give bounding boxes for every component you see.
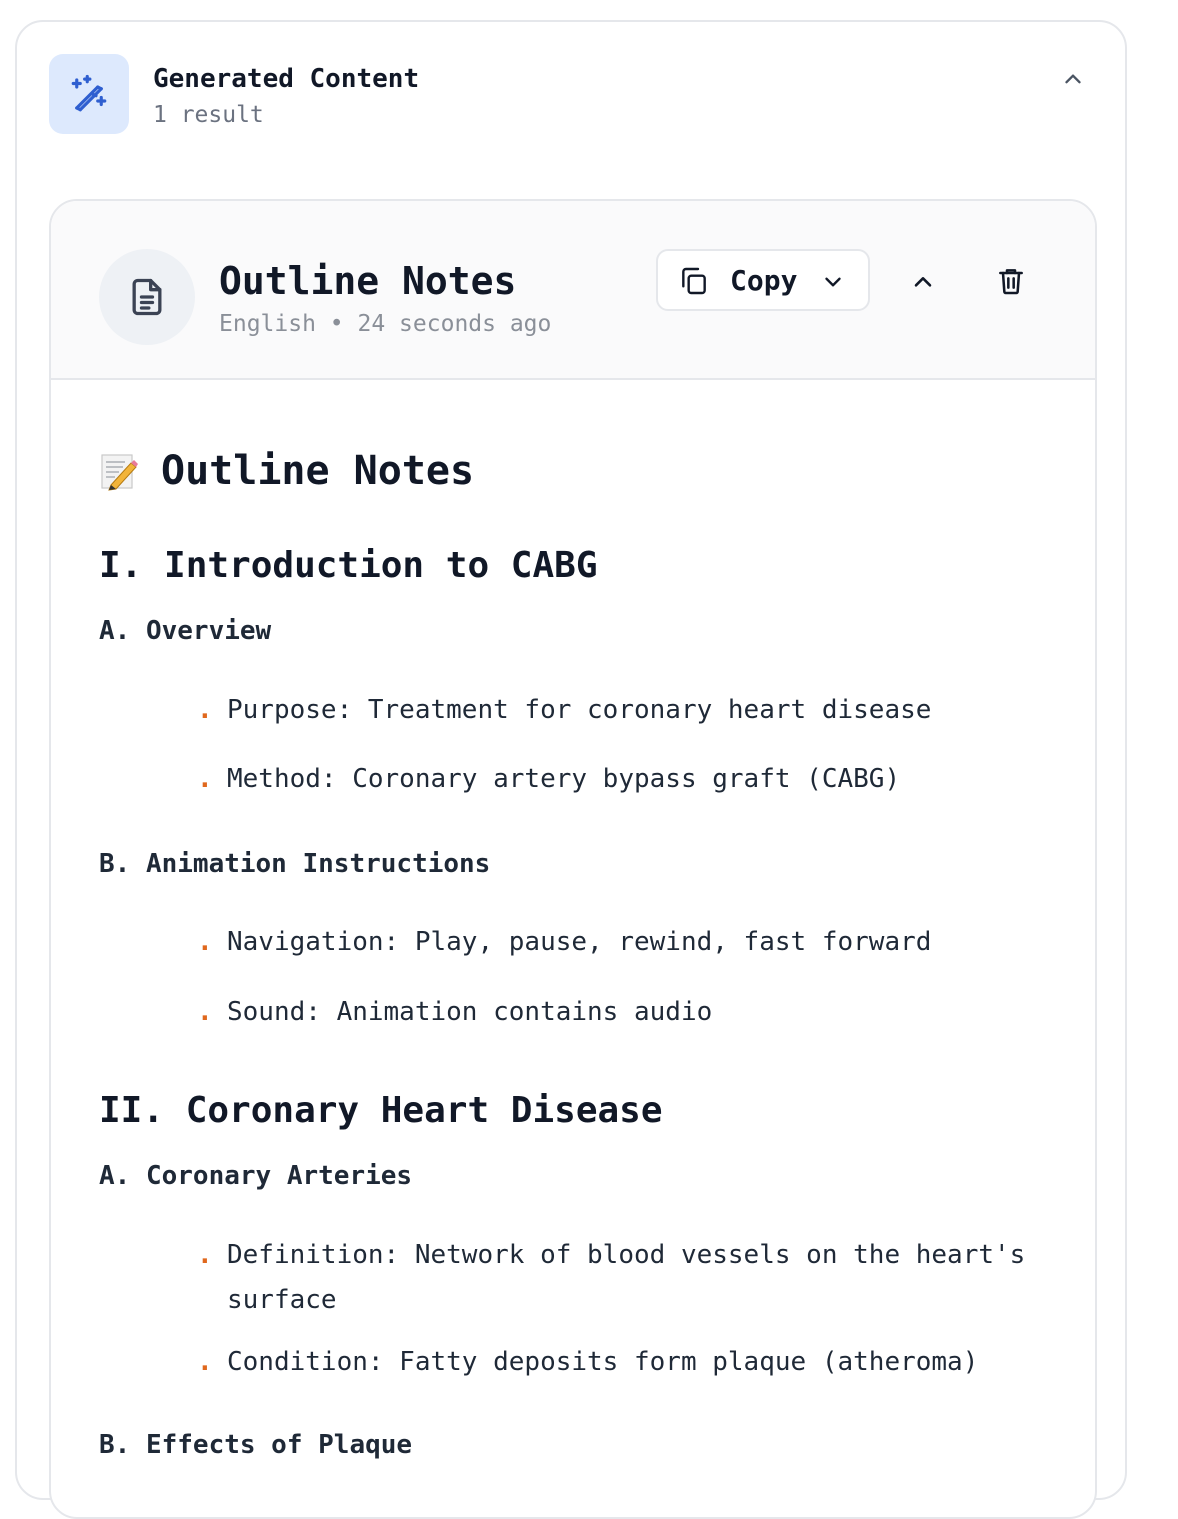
list-item-text: Navigation: Play, pause, rewind, fast fo… bbox=[227, 927, 932, 957]
subsection-heading: B. Effects of Plaque bbox=[99, 1430, 413, 1460]
panel-collapse-button[interactable] bbox=[1053, 60, 1093, 100]
generated-content-panel: Generated Content 1 result Outline Notes… bbox=[15, 20, 1127, 1519]
result-language: English bbox=[219, 311, 316, 337]
chevron-up-icon bbox=[1065, 74, 1081, 84]
list-item: . Purpose: Treatment for coronary heart … bbox=[197, 688, 1077, 733]
list-item-text: Definition: Network of blood vessels on … bbox=[227, 1240, 1026, 1315]
chevron-down-icon[interactable] bbox=[820, 269, 846, 295]
panel-title: Generated Content bbox=[153, 64, 420, 94]
meta-separator: • bbox=[329, 311, 344, 337]
result-card: Outline Notes English • 24 seconds ago C… bbox=[49, 199, 1097, 1519]
panel-header: Generated Content 1 result bbox=[49, 54, 1093, 138]
document-heading: Outline Notes bbox=[99, 448, 474, 494]
list-item-text: Condition: Fatty deposits form plaque (a… bbox=[227, 1347, 979, 1377]
copy-icon bbox=[682, 267, 706, 295]
result-collapse-button[interactable] bbox=[901, 261, 945, 305]
section-heading: II. Coronary Heart Disease bbox=[99, 1090, 663, 1131]
result-header: Outline Notes English • 24 seconds ago C… bbox=[51, 201, 1095, 380]
bullet-dot: . bbox=[197, 1240, 213, 1270]
list-item: . Sound: Animation contains audio bbox=[197, 990, 1077, 1035]
list-item: . Definition: Network of blood vessels o… bbox=[197, 1233, 1077, 1323]
list-item: . Method: Coronary artery bypass graft (… bbox=[197, 757, 1077, 802]
document-heading-text: Outline Notes bbox=[161, 448, 475, 494]
list-item: . Condition: Fatty deposits form plaque … bbox=[197, 1340, 1077, 1385]
copy-label: Copy bbox=[730, 264, 798, 297]
subsection-heading: A. Overview bbox=[99, 616, 272, 646]
result-title: Outline Notes bbox=[219, 259, 517, 303]
delete-button[interactable] bbox=[989, 259, 1033, 303]
magic-wand-icon bbox=[49, 54, 129, 134]
bullet-dot: . bbox=[197, 764, 213, 794]
list-item-text: Sound: Animation contains audio bbox=[227, 997, 713, 1027]
subsection-heading: A. Coronary Arteries bbox=[99, 1161, 413, 1191]
bullet-dot: . bbox=[197, 695, 213, 725]
copy-button[interactable]: Copy bbox=[656, 249, 870, 311]
document-icon bbox=[99, 249, 195, 345]
subsection-heading: B. Animation Instructions bbox=[99, 849, 491, 879]
section-heading: I. Introduction to CABG bbox=[99, 545, 598, 586]
trash-icon bbox=[999, 269, 1023, 295]
result-meta: English • 24 seconds ago bbox=[219, 311, 551, 337]
bullet-dot: . bbox=[197, 997, 213, 1027]
list-item: . Navigation: Play, pause, rewind, fast … bbox=[197, 920, 1077, 965]
list-item-text: Purpose: Treatment for coronary heart di… bbox=[227, 695, 932, 725]
bullet-dot: . bbox=[197, 1347, 213, 1377]
memo-icon bbox=[101, 454, 138, 491]
panel-result-count: 1 result bbox=[153, 102, 264, 128]
chevron-up-icon bbox=[914, 277, 932, 287]
list-item-text: Method: Coronary artery bypass graft (CA… bbox=[227, 764, 901, 794]
result-timestamp: 24 seconds ago bbox=[357, 311, 552, 337]
bullet-dot: . bbox=[197, 927, 213, 957]
